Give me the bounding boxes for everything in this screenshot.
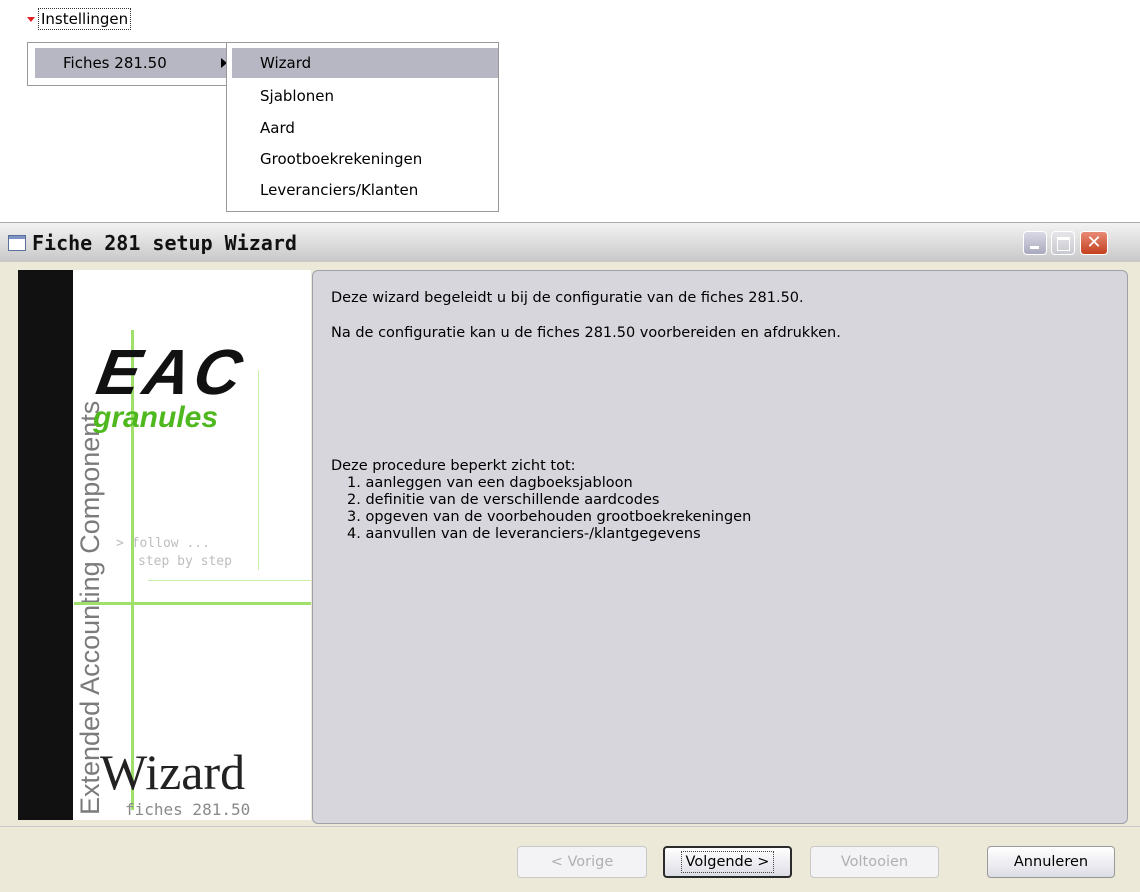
- finish-button[interactable]: Voltooien: [810, 846, 939, 878]
- follow-tagline: > follow ... step by step: [116, 535, 232, 571]
- submenu-level2: Wizard Sjablonen Aard Grootboekrekeninge…: [226, 42, 499, 212]
- menu-item-aard-label: Aard: [260, 119, 295, 137]
- menu-instellingen-label: Instellingen: [38, 8, 132, 30]
- list-item: 3. opgeven van de voorbehouden grootboek…: [347, 509, 752, 525]
- procedure-heading: Deze procedure beperkt zicht tot:: [331, 458, 576, 474]
- menu-item-fiches-label: Fiches 281.50: [63, 54, 167, 72]
- intro-text-2: Na de configuratie kan u de fiches 281.5…: [331, 325, 841, 341]
- intro-text-1: Deze wizard begeleidt u bij de configura…: [331, 290, 804, 306]
- close-button[interactable]: ✕: [1080, 231, 1108, 255]
- cancel-button-label: Annuleren: [1013, 854, 1089, 870]
- fiches-logo-text: fiches 281.50: [125, 800, 251, 819]
- granules-logo: granules: [93, 401, 219, 434]
- eac-logo: EAC: [91, 336, 252, 408]
- title-bar[interactable]: Fiche 281 setup Wizard ✕: [0, 222, 1140, 262]
- menu-item-wizard-label: Wizard: [260, 54, 312, 72]
- follow-line-1: > follow ...: [116, 536, 210, 551]
- window-form-icon: [8, 235, 26, 251]
- menu-item-leveranciers-klanten-label: Leveranciers/Klanten: [260, 181, 419, 199]
- wizard-logo-text: Wizard: [100, 744, 246, 800]
- window-title: Fiche 281 setup Wizard: [32, 231, 297, 255]
- maximize-button[interactable]: [1051, 231, 1075, 255]
- menu-item-fiches[interactable]: Fiches 281.50: [35, 48, 230, 78]
- next-button[interactable]: Volgende >: [663, 846, 792, 878]
- menu-item-wizard[interactable]: Wizard: [232, 48, 498, 78]
- back-button[interactable]: < Vorige: [517, 846, 647, 878]
- button-bar-divider: [0, 826, 1140, 827]
- decor-line: [258, 370, 259, 570]
- menu-item-grootboekrekeningen[interactable]: Grootboekrekeningen: [232, 144, 498, 174]
- dropdown-triangle-icon: [27, 16, 35, 22]
- follow-line-2: step by step: [138, 554, 232, 569]
- decor-line: [148, 580, 311, 581]
- decor-line: [74, 602, 311, 605]
- wizard-content-panel: Deze wizard begeleidt u bij de configura…: [312, 270, 1128, 824]
- submenu-level1: Fiches 281.50: [27, 42, 230, 86]
- wizard-window: Fiche 281 setup Wizard ✕ Extended Accoun…: [0, 222, 1140, 892]
- cancel-button[interactable]: Annuleren: [987, 846, 1115, 878]
- back-button-label: < Vorige: [550, 854, 614, 870]
- menu-item-sjablonen-label: Sjablonen: [260, 87, 334, 105]
- side-strip: [18, 270, 73, 820]
- list-item: 4. aanvullen van de leveranciers-/klantg…: [347, 526, 701, 542]
- procedure-steps: 1. aanleggen van een dagboeksjabloon 2. …: [331, 475, 751, 543]
- menu-item-grootboekrekeningen-label: Grootboekrekeningen: [260, 150, 423, 168]
- menu-item-sjablonen[interactable]: Sjablonen: [232, 81, 498, 111]
- next-button-label: Volgende >: [680, 851, 775, 873]
- list-item: 1. aanleggen van een dagboeksjabloon: [347, 475, 633, 491]
- list-item: 2. definitie van de verschillende aardco…: [347, 492, 660, 508]
- finish-button-label: Voltooien: [840, 854, 909, 870]
- menu-instellingen[interactable]: Instellingen: [27, 8, 132, 30]
- close-icon: ✕: [1086, 232, 1102, 253]
- menu-item-aard[interactable]: Aard: [232, 113, 498, 143]
- wizard-graphic-panel: Extended Accounting Components EAC granu…: [18, 270, 311, 820]
- minimize-button[interactable]: [1023, 231, 1047, 255]
- menu-item-leveranciers-klanten[interactable]: Leveranciers/Klanten: [232, 175, 498, 205]
